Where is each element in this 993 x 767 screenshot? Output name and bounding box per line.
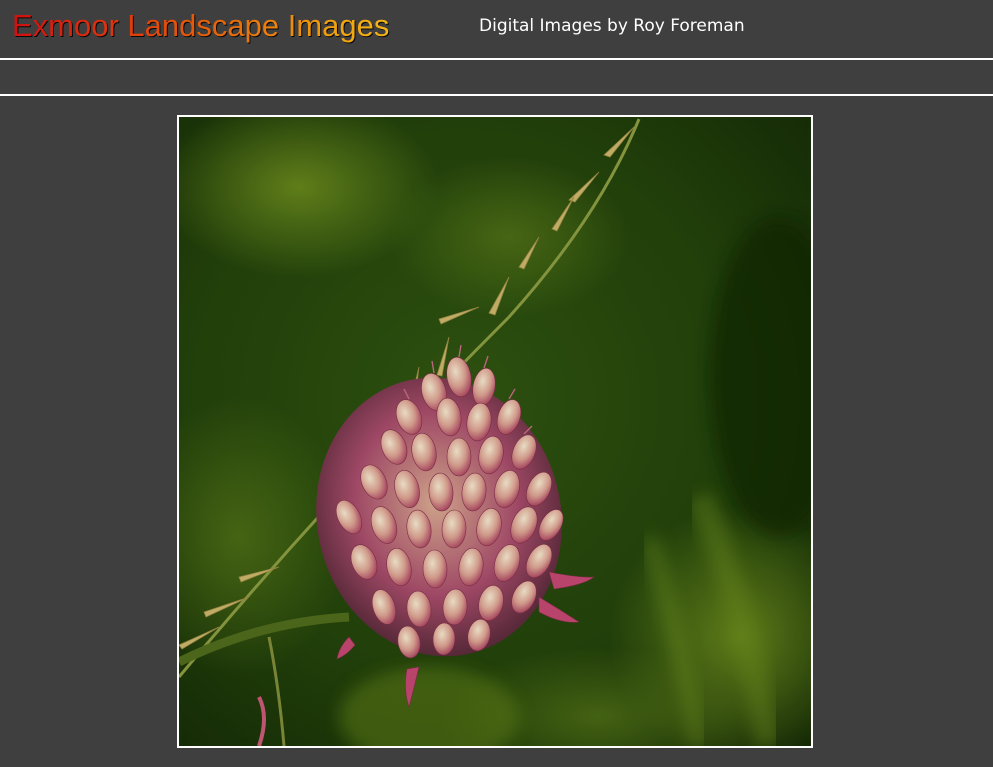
site-title[interactable]: Exmoor Landscape Images [12,8,389,44]
nav-divider [0,94,993,96]
site-subtitle: Digital Images by Roy Foreman [479,16,745,36]
main-photo[interactable] [177,115,813,748]
site-header: Exmoor Landscape Images Digital Images b… [0,0,993,58]
flower-photo-image [179,117,811,746]
nav-bar [0,60,993,94]
